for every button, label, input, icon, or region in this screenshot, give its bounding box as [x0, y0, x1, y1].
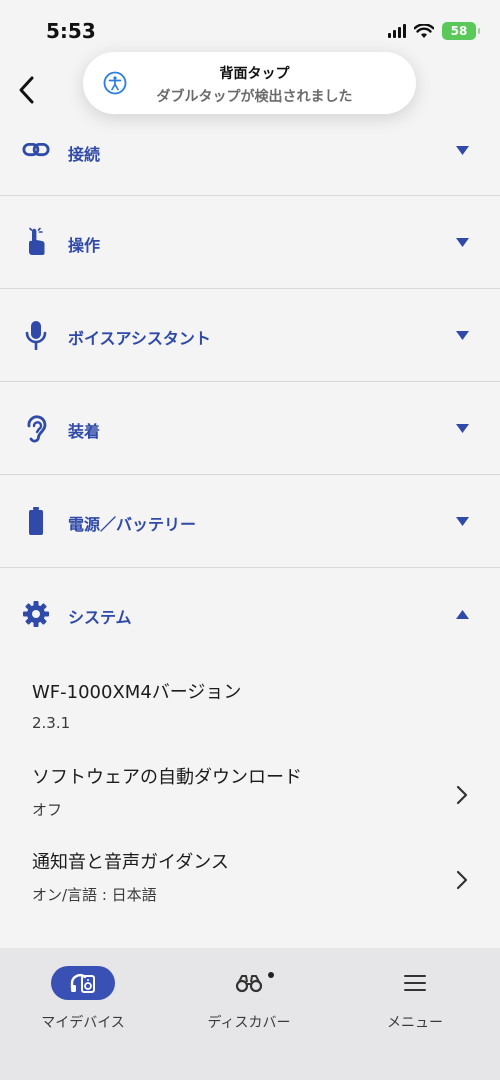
- section-label: 操作: [68, 236, 101, 255]
- status-bar: 5:53 58: [0, 0, 500, 60]
- chevron-down-icon: [456, 331, 469, 340]
- section-wearing[interactable]: 装着: [0, 382, 500, 475]
- ear-icon: [22, 414, 50, 443]
- toast-subtitle: ダブルタップが検出されました: [156, 89, 353, 105]
- section-controls[interactable]: 操作: [0, 196, 500, 289]
- battery-level: 58: [450, 24, 468, 38]
- section-label: システム: [68, 608, 132, 627]
- gear-icon: [22, 600, 50, 628]
- setting-value: オフ: [32, 801, 63, 819]
- setting-firmware-version: WF-1000XM4バージョン 2.3.1: [32, 678, 472, 732]
- microphone-icon: [22, 321, 50, 350]
- status-time: 5:53: [46, 19, 96, 43]
- setting-auto-download[interactable]: ソフトウェアの自動ダウンロード オフ: [32, 763, 472, 820]
- setting-value: オン/言語 : 日本語: [32, 886, 157, 904]
- touch-icon: [22, 227, 50, 256]
- setting-value: 2.3.1: [32, 714, 71, 732]
- tab-active-indicator: [51, 966, 115, 1000]
- setting-title: ソフトウェアの自動ダウンロード: [32, 767, 302, 788]
- back-tap-toast: 背面タップ ダブルタップが検出されました: [83, 52, 416, 114]
- tab-label: メニュー: [387, 1015, 443, 1031]
- section-label: 装着: [68, 422, 101, 441]
- section-connection[interactable]: 接続: [0, 104, 500, 196]
- notification-dot: [268, 972, 274, 978]
- setting-title: WF-1000XM4バージョン: [32, 682, 242, 703]
- back-button[interactable]: [10, 72, 46, 108]
- binoculars-icon: [235, 975, 263, 993]
- section-voice-assistant[interactable]: ボイスアシスタント: [0, 289, 500, 382]
- section-system[interactable]: システム: [0, 568, 500, 661]
- chevron-down-icon: [456, 517, 469, 526]
- toast-title: 背面タップ: [219, 66, 290, 82]
- menu-icon: [404, 975, 426, 991]
- cellular-signal-icon: [388, 24, 406, 38]
- link-icon: [22, 136, 50, 164]
- status-icons: 58: [388, 22, 480, 40]
- tab-discover[interactable]: ディスカバー: [179, 966, 319, 1032]
- section-label: 接続: [68, 145, 101, 164]
- chevron-down-icon: [456, 424, 469, 433]
- setting-notification-voice-guidance[interactable]: 通知音と音声ガイダンス オン/言語 : 日本語: [32, 848, 472, 905]
- battery-icon: [22, 507, 50, 535]
- chevron-down-icon: [456, 146, 469, 155]
- tab-my-device[interactable]: マイデバイス: [13, 966, 153, 1032]
- section-power-battery[interactable]: 電源／バッテリー: [0, 475, 500, 568]
- setting-title: 通知音と音声ガイダンス: [32, 852, 229, 873]
- chevron-left-icon: [19, 76, 34, 104]
- tab-label: ディスカバー: [207, 1015, 291, 1031]
- battery-indicator: 58: [442, 22, 480, 40]
- chevron-right-icon: [456, 785, 468, 805]
- section-label: ボイスアシスタント: [68, 329, 211, 348]
- bottom-tab-bar: マイデバイス ディスカバー メニュー: [0, 948, 500, 1080]
- chevron-right-icon: [456, 870, 468, 890]
- device-icon: [70, 974, 95, 993]
- chevron-down-icon: [456, 238, 469, 247]
- chevron-up-icon: [456, 610, 469, 619]
- section-label: 電源／バッテリー: [68, 515, 197, 534]
- settings-sections: 接続 操作 ボイスアシスタント 装着 電源／バッテリー システム: [0, 104, 500, 661]
- tab-menu[interactable]: メニュー: [345, 966, 485, 1032]
- tab-label: マイデバイス: [41, 1015, 125, 1031]
- wifi-icon: [414, 23, 434, 38]
